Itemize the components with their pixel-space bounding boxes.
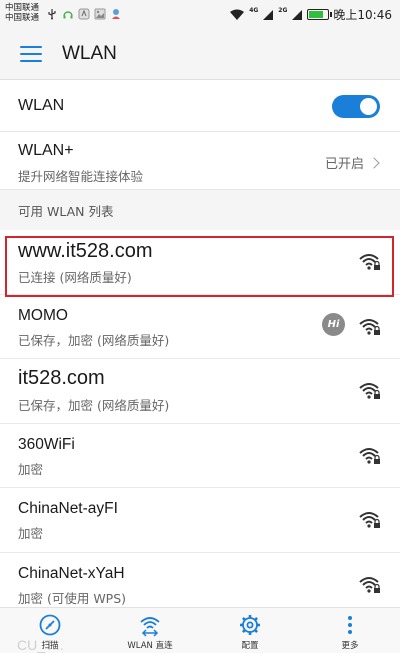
hi-badge-icon: Hi: [322, 312, 345, 336]
gear-icon: [240, 615, 260, 635]
wlan-plus-status-text: 已开启: [324, 157, 364, 172]
carrier-1: 中国联通: [5, 3, 40, 13]
wlan-toggle-row[interactable]: WLAN: [0, 80, 400, 132]
headset-icon: [63, 11, 73, 19]
net-tag-2: 2G: [278, 7, 288, 14]
network-name: ChinaNet-xYaH: [18, 564, 125, 582]
status-bar: 中国联通 中国联通 4G 2G 晚上10:46: [0, 0, 400, 28]
page-title: WLAN: [62, 42, 117, 64]
network-status: 加密: [18, 461, 44, 477]
wifi-lock-icon: [359, 447, 380, 464]
network-list: www.it528.com 已连接 (网络质量好) MOMO 已保存，加密 (网…: [0, 230, 400, 618]
wifi-lock-icon: [359, 383, 380, 400]
wlan-plus-row[interactable]: WLAN+ 提升网络智能连接体验 已开启: [0, 132, 400, 190]
wifi-lock-icon: [359, 576, 380, 593]
wifi-lock-icon: [359, 318, 380, 335]
app-icon: [78, 8, 90, 20]
network-status: 加密: [18, 526, 44, 542]
network-item[interactable]: MOMO 已保存，加密 (网络质量好) Hi: [0, 295, 400, 360]
app-header: WLAN: [0, 28, 400, 80]
signal-icon-2: [292, 9, 303, 20]
wifi-lock-icon: [359, 254, 380, 270]
wlan-direct-label: WLAN 直连: [127, 641, 173, 651]
chevron-right-icon: [368, 156, 380, 169]
config-button[interactable]: 配置: [200, 608, 300, 653]
network-name: www.it528.com: [18, 240, 153, 262]
section-header: 可用 WLAN 列表: [0, 190, 400, 230]
image-icon: [94, 8, 106, 20]
battery-fill: [309, 11, 324, 18]
network-item[interactable]: it528.com 已保存，加密 (网络质量好): [0, 359, 400, 424]
scan-label: 扫描: [41, 641, 59, 651]
wifi-lock-icon: [359, 512, 380, 529]
signal-icon-1: [263, 9, 274, 20]
network-status: 已连接 (网络质量好): [18, 270, 132, 285]
carrier-2: 中国联通: [5, 13, 40, 23]
network-item[interactable]: www.it528.com 已连接 (网络质量好): [0, 230, 400, 295]
wlan-switch[interactable]: [332, 95, 380, 118]
notification-icons: [46, 8, 122, 20]
wifi-status-icon: [230, 9, 245, 20]
config-label: 配置: [241, 641, 259, 651]
network-name: it528.com: [18, 367, 105, 390]
switch-knob: [360, 98, 377, 115]
scan-icon: [39, 614, 61, 636]
clock: 晚上10:46: [333, 8, 392, 22]
carrier-info: 中国联通 中国联通: [5, 3, 39, 23]
wlan-plus-status: 已开启: [324, 153, 380, 172]
shield-icon: [112, 9, 120, 19]
usb-icon: [48, 9, 56, 20]
status-right: 4G 2G 晚上10:46: [229, 6, 392, 23]
more-label: 更多: [341, 641, 359, 651]
battery-icon: [307, 9, 333, 20]
wlan-toggle-label: WLAN: [18, 96, 65, 114]
scan-button[interactable]: 扫描: [0, 608, 100, 653]
menu-icon[interactable]: [20, 45, 42, 62]
network-status: 加密 (可使用 WPS): [18, 590, 127, 606]
network-item[interactable]: ChinaNet-ayFI 加密: [0, 488, 400, 553]
wlan-direct-button[interactable]: WLAN 直连: [100, 608, 200, 653]
network-status: 已保存，加密 (网络质量好): [18, 398, 170, 414]
network-name: ChinaNet-ayFI: [18, 500, 118, 518]
bottom-toolbar: CU_T... 扫描 WLAN 直连 配置 更多: [0, 607, 400, 653]
network-item[interactable]: 360WiFi 加密: [0, 424, 400, 489]
net-tag-1: 4G: [249, 7, 259, 14]
network-status: 已保存，加密 (网络质量好): [18, 332, 170, 348]
more-button[interactable]: 更多: [300, 608, 400, 653]
more-vertical-icon: [348, 616, 352, 634]
network-name: 360WiFi: [18, 435, 75, 453]
wifi-direct-icon: [140, 617, 160, 637]
